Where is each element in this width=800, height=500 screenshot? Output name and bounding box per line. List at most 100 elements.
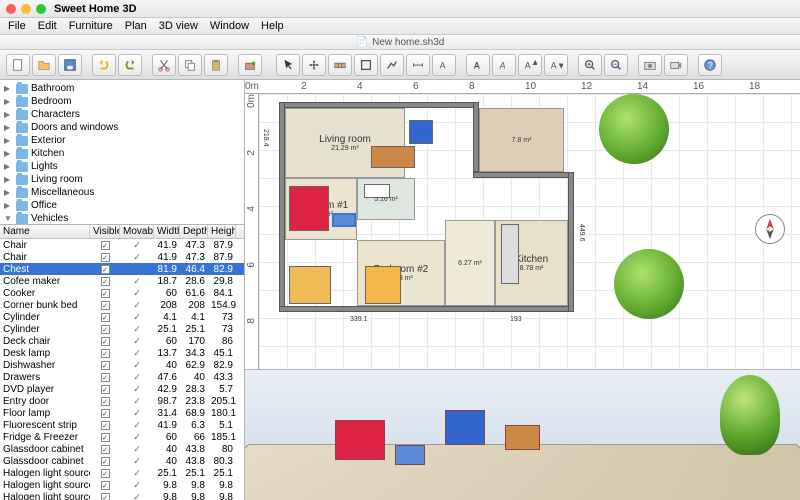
visible-checkbox[interactable]: ✓: [101, 493, 110, 500]
table-row[interactable]: Cylinder✓✓25.125.173: [0, 323, 244, 335]
catalog-tree[interactable]: ▶Bathroom▶Bedroom▶Characters▶Doors and w…: [0, 80, 244, 225]
visible-checkbox[interactable]: ✓: [101, 313, 110, 322]
new-button[interactable]: [6, 54, 30, 76]
table-row[interactable]: Fluorescent strip✓✓41.96.35.1: [0, 419, 244, 431]
wall-tool[interactable]: [328, 54, 352, 76]
menu-help[interactable]: Help: [261, 20, 284, 32]
zoom-out-button[interactable]: [604, 54, 628, 76]
paste-button[interactable]: [204, 54, 228, 76]
tree-category[interactable]: ▶Miscellaneous: [2, 186, 242, 199]
visible-checkbox[interactable]: ✓: [101, 421, 110, 430]
table-row[interactable]: Chair✓✓41.947.387.9: [0, 251, 244, 263]
table-row[interactable]: Halogen light source✓✓25.125.125.1: [0, 467, 244, 479]
furniture-table[interactable]: Chair✓✓41.947.387.9Chair✓✓41.947.387.9Ch…: [0, 239, 244, 500]
col-height[interactable]: Height: [208, 225, 236, 238]
compass-icon[interactable]: [755, 214, 785, 244]
visible-checkbox[interactable]: ✓: [101, 361, 110, 370]
visible-checkbox[interactable]: ✓: [101, 325, 110, 334]
visible-checkbox[interactable]: ✓: [101, 289, 110, 298]
visible-checkbox[interactable]: ✓: [101, 385, 110, 394]
visible-checkbox[interactable]: ✓: [101, 397, 110, 406]
table-row[interactable]: Glassdoor cabinet✓✓4043.880.3: [0, 455, 244, 467]
table-row[interactable]: Deck chair✓✓6017086: [0, 335, 244, 347]
table-row[interactable]: Desk lamp✓✓13.734.345.1: [0, 347, 244, 359]
visible-checkbox[interactable]: ✓: [101, 373, 110, 382]
tree-category[interactable]: ▶Characters: [2, 108, 242, 121]
menu-edit[interactable]: Edit: [38, 20, 57, 32]
tree-category[interactable]: ▶Bathroom: [2, 82, 242, 95]
menu-window[interactable]: Window: [210, 20, 249, 32]
table-row[interactable]: Entry door✓✓98.723.8205.1: [0, 395, 244, 407]
text-tool[interactable]: A: [432, 54, 456, 76]
col-width[interactable]: Width: [154, 225, 180, 238]
table-row[interactable]: DVD player✓✓42.928.35.7: [0, 383, 244, 395]
table-row[interactable]: Glassdoor cabinet✓✓4043.880: [0, 443, 244, 455]
menu-furniture[interactable]: Furniture: [69, 20, 113, 32]
visible-checkbox[interactable]: ✓: [101, 265, 110, 274]
table-row[interactable]: Chest✓✓81.946.482.9: [0, 263, 244, 275]
text-italic-button[interactable]: A: [492, 54, 516, 76]
table-row[interactable]: Halogen light source✓✓9.89.89.8: [0, 491, 244, 500]
select-tool[interactable]: [276, 54, 300, 76]
text-bold-button[interactable]: A: [466, 54, 490, 76]
table-row[interactable]: Floor lamp✓✓31.468.9180.1: [0, 407, 244, 419]
save-button[interactable]: [58, 54, 82, 76]
col-movable[interactable]: Movable: [120, 225, 154, 238]
tree-category[interactable]: ▶Doors and windows: [2, 121, 242, 134]
help-button[interactable]: ?: [698, 54, 722, 76]
visible-checkbox[interactable]: ✓: [101, 301, 110, 310]
menu-file[interactable]: File: [8, 20, 26, 32]
undo-button[interactable]: [92, 54, 116, 76]
copy-button[interactable]: [178, 54, 202, 76]
visible-checkbox[interactable]: ✓: [101, 337, 110, 346]
menu-plan[interactable]: Plan: [125, 20, 147, 32]
redo-button[interactable]: [118, 54, 142, 76]
visible-checkbox[interactable]: ✓: [101, 409, 110, 418]
cut-button[interactable]: [152, 54, 176, 76]
visible-checkbox[interactable]: ✓: [101, 277, 110, 286]
open-button[interactable]: [32, 54, 56, 76]
visible-checkbox[interactable]: ✓: [101, 241, 110, 250]
photo-button[interactable]: [638, 54, 662, 76]
text-size-down-button[interactable]: A▼: [544, 54, 568, 76]
table-row[interactable]: Chair✓✓41.947.387.9: [0, 239, 244, 251]
table-row[interactable]: Cooker✓✓6061.684.1: [0, 287, 244, 299]
tree-object[interactable]: [614, 249, 684, 319]
tree-category[interactable]: ▶Kitchen: [2, 147, 242, 160]
menu-3dview[interactable]: 3D view: [159, 20, 198, 32]
visible-checkbox[interactable]: ✓: [101, 445, 110, 454]
text-size-up-button[interactable]: A▲: [518, 54, 542, 76]
visible-checkbox[interactable]: ✓: [101, 457, 110, 466]
zoom-window[interactable]: [36, 4, 46, 14]
zoom-in-button[interactable]: [578, 54, 602, 76]
visible-checkbox[interactable]: ✓: [101, 433, 110, 442]
visible-checkbox[interactable]: ✓: [101, 349, 110, 358]
tree-category[interactable]: ▶Bedroom: [2, 95, 242, 108]
room-tool[interactable]: [354, 54, 378, 76]
tree-object[interactable]: [599, 94, 669, 164]
tree-category[interactable]: ▶Exterior: [2, 134, 242, 147]
visible-checkbox[interactable]: ✓: [101, 253, 110, 262]
3d-view[interactable]: [245, 370, 800, 500]
dimension-tool[interactable]: [406, 54, 430, 76]
plan-view[interactable]: Living room 21.29 m² 7.8 m² Bedroom #1 9…: [259, 94, 800, 369]
tree-category[interactable]: ▶Living room: [2, 173, 242, 186]
minimize-window[interactable]: [21, 4, 31, 14]
visible-checkbox[interactable]: ✓: [101, 481, 110, 490]
table-row[interactable]: Cofee maker✓✓18.728.629.8: [0, 275, 244, 287]
table-row[interactable]: Cylinder✓✓4.14.173: [0, 311, 244, 323]
polyline-tool[interactable]: [380, 54, 404, 76]
tree-category[interactable]: ▶Lights: [2, 160, 242, 173]
table-row[interactable]: Halogen light source✓✓9.89.89.8: [0, 479, 244, 491]
table-row[interactable]: Fridge & Freezer✓✓6066185.1: [0, 431, 244, 443]
add-furniture-button[interactable]: [238, 54, 262, 76]
col-name[interactable]: Name: [0, 225, 90, 238]
col-visible[interactable]: Visible: [90, 225, 120, 238]
close-window[interactable]: [6, 4, 16, 14]
tree-category[interactable]: ▶Office: [2, 199, 242, 212]
col-depth[interactable]: Depth: [180, 225, 208, 238]
pan-tool[interactable]: [302, 54, 326, 76]
table-row[interactable]: Drawers✓✓47.64043.3: [0, 371, 244, 383]
table-row[interactable]: Corner bunk bed✓✓208208154.9: [0, 299, 244, 311]
video-button[interactable]: [664, 54, 688, 76]
